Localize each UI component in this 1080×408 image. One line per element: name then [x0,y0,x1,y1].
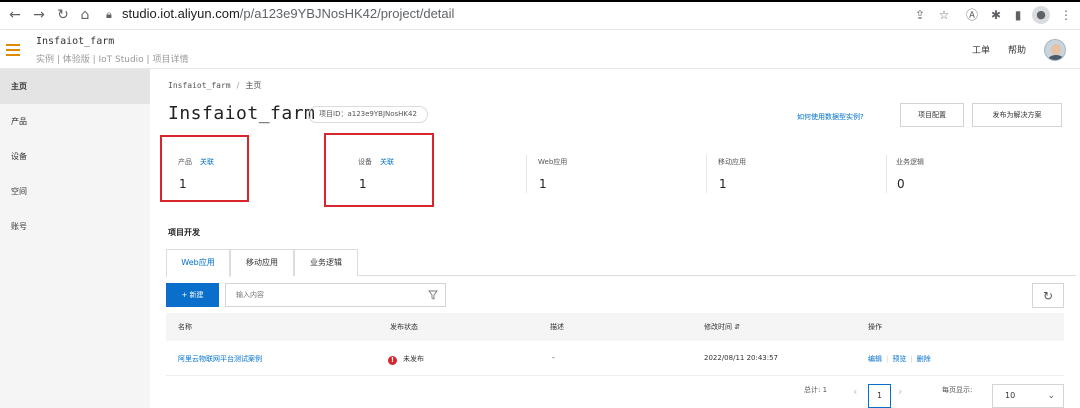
home-icon[interactable]: ⌂ [76,6,94,24]
sidebar-item-devices[interactable]: 设备 [0,139,150,174]
project-settings-button[interactable]: 项目配置 [900,103,964,127]
delete-link[interactable]: 删除 [917,355,931,363]
tab-business-logic[interactable]: 业务逻辑 [294,249,358,276]
ticket-link[interactable]: 工单 [972,43,990,56]
filter-icon[interactable] [427,289,439,301]
tab-bar: Web应用 移动应用 业务逻辑 [166,249,1076,277]
refresh-icon: ↻ [1042,289,1054,303]
row-description: - [552,354,555,362]
row-actions: 编辑 | 预览 | 删除 [868,355,931,363]
tab-mobile-apps[interactable]: 移动应用 [230,249,294,276]
browser-top-edge [0,0,1080,2]
breadcrumb-current: 主页 [245,81,262,90]
page-size-label: 每页显示: [942,386,973,394]
page-number-current[interactable]: 1 [868,384,891,408]
browser-menu-icon[interactable]: ⋮ [1058,7,1074,23]
create-button[interactable]: + 新建 [166,283,219,307]
breadcrumb: Insfaiot_farm / 主页 [168,81,262,90]
stat-mobile-apps: 移动应用 1 [708,153,888,193]
stat-mobile-apps-value: 1 [719,177,727,191]
publish-solution-button[interactable]: 发布为解决方案 [972,103,1062,127]
edit-link[interactable]: 编辑 [868,355,882,363]
bookmark-star-icon[interactable]: ☆ [936,7,952,23]
extensions-puzzle-icon[interactable]: ✱ [988,7,1004,23]
app-header: Insfaiot_farm 实例 | 体验版 | IoT Studio | 项目… [0,31,1080,69]
sidebar-item-spaces[interactable]: 空间 [0,174,150,209]
forward-icon[interactable]: → [30,6,48,24]
column-header-status: 发布状态 [390,323,418,331]
stat-business-logic: 业务逻辑 0 [886,153,1066,193]
search-input[interactable] [226,284,416,306]
page-title: Insfaiot_farm [168,103,316,124]
section-title: 项目开发 [168,228,200,237]
stat-web-apps-label: Web应用 [538,158,568,166]
next-page-icon[interactable]: › [898,385,902,398]
stat-divider [706,155,707,193]
preview-link[interactable]: 预览 [892,355,906,363]
column-header-modified[interactable]: 修改时间 ⇵ [704,322,740,332]
main-content: Insfaiot_farm / 主页 Insfaiot_farm 项目ID：a123… [150,69,1080,408]
pagination-total: 总计: 1 [804,386,828,394]
sidebar-item-accounts[interactable]: 账号 [0,209,150,244]
stat-business-logic-value: 0 [897,177,905,191]
table-row: 阿里云物联网平台测试案例 ! 未发布 - 2022/08/11 20:43:57 … [166,341,1064,376]
menu-icon[interactable] [6,44,20,56]
browser-profile-icon[interactable]: ● [1032,6,1050,24]
share-icon[interactable]: ⇪ [912,7,928,23]
browser-toolbar: ← → ↻ ⌂ 🔒︎ studio.iot.aliyun.com/p/a123e… [0,0,1080,30]
column-header-description: 描述 [550,323,564,331]
highlight-box-devices [324,133,434,207]
help-link[interactable]: 帮助 [1008,43,1026,56]
stat-divider [526,155,527,193]
stat-web-apps: Web应用 1 [528,153,708,193]
column-header-actions: 操作 [868,323,882,331]
side-panel-icon[interactable]: ▮ [1010,7,1026,23]
row-modified-time: 2022/08/11 20:43:57 [704,354,779,362]
project-id-badge: 项目ID：a123e9YBJNosHK42 [308,106,428,123]
reload-icon[interactable]: ↻ [54,6,72,24]
sidebar: 主页 产品 设备 空间 账号 [0,69,150,408]
sidebar-item-home[interactable]: 主页 [0,69,150,104]
breadcrumb-project[interactable]: Insfaiot_farm [168,81,231,90]
table-header: 名称 发布状态 描述 修改时间 ⇵ 操作 [166,313,1064,341]
stat-web-apps-value: 1 [539,177,547,191]
tab-web-apps[interactable]: Web应用 [166,249,230,277]
stat-mobile-apps-label: 移动应用 [718,158,746,166]
row-app-name[interactable]: 阿里云物联网平台测试案例 [178,354,262,364]
prev-page-icon[interactable]: ‹ [853,385,857,398]
help-data-instance-link[interactable]: 如何使用数据型实例? [797,112,864,122]
url-text: studio.iot.aliyun.com/p/a123e9YBJNosHK42… [122,6,455,21]
page-size-value: 10 [1005,391,1016,400]
column-header-name: 名称 [178,323,192,331]
lock-icon: 🔒︎ [106,8,112,21]
app-title: Insfaiot_farm [36,36,115,47]
extension-a-icon[interactable]: Ⓐ [964,7,980,23]
stat-business-logic-label: 业务逻辑 [896,158,924,166]
chevron-down-icon: ⌄ [1047,391,1055,401]
address-bar[interactable]: 🔒︎ studio.iot.aliyun.com/p/a123e9YBJNosH… [96,4,956,26]
unpublished-error-icon: ! [388,356,397,365]
sidebar-item-products[interactable]: 产品 [0,104,150,139]
highlight-box-products [160,135,249,202]
back-icon[interactable]: ← [6,6,24,24]
row-status: ! 未发布 [388,354,424,365]
search-box [225,283,446,307]
refresh-button[interactable]: ↻ [1032,283,1064,308]
app-subtitle: 实例 | 体验版 | IoT Studio | 项目详情 [36,55,189,65]
row-status-text: 未发布 [403,355,424,363]
page-size-select[interactable]: 10 ⌄ [992,384,1064,408]
user-avatar[interactable] [1044,39,1066,61]
